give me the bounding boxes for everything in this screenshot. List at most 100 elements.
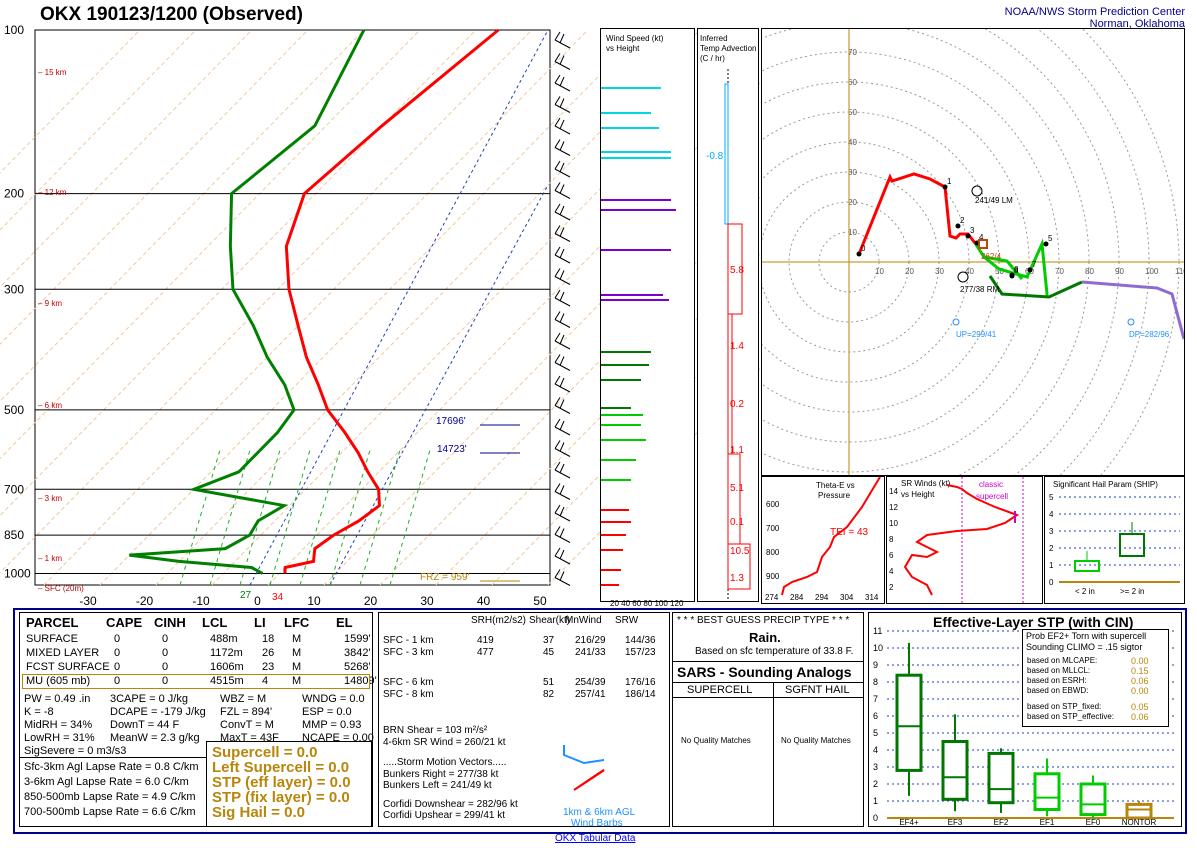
wind-barb: [554, 569, 571, 586]
svg-text:< 2 in: < 2 in: [1075, 587, 1095, 596]
sr-winds-panel: SR Winds (kt) vs Height classic supercel…: [886, 476, 1043, 604]
svg-text:5: 5: [873, 728, 878, 738]
stp-section: Effective-Layer STP (with CIN) 11 10 9 8 7 6 5…: [868, 612, 1182, 827]
svg-text:5: 5: [1048, 234, 1053, 243]
adv-bar: [727, 313, 733, 455]
height-label: – 9 km: [38, 299, 62, 308]
wind-bar: [601, 299, 669, 301]
temp-tick: 10: [307, 594, 321, 608]
wind-bar: [601, 439, 646, 441]
svg-text:284: 284: [790, 593, 804, 602]
temp-tick: -20: [136, 594, 154, 608]
wind-barb: [554, 311, 571, 328]
sr-title1: SR Winds (kt): [901, 479, 951, 488]
svg-text:3: 3: [970, 226, 975, 235]
adv-value: 1.3: [730, 573, 744, 584]
temp-adv-chart: Inferred Temp Advection (C / hr) -0.8 5.8…: [700, 34, 756, 599]
svg-text:5: 5: [1049, 493, 1054, 502]
temp-tick: 0: [254, 594, 261, 608]
wind-barb: [554, 268, 571, 285]
wind-bar: [601, 569, 621, 571]
mean-label: 262/4: [981, 252, 1002, 261]
pressure-labels: 100 200 300 500 700 850 1000: [4, 23, 31, 580]
svg-text:9: 9: [873, 660, 878, 670]
pressure-tick: 850: [4, 528, 24, 542]
wind-bar: [601, 112, 651, 114]
adv-value: -0.8: [706, 151, 724, 162]
hodograph-panel: 1010202030304040505060607070808090901001…: [518, 0, 1188, 593]
temp-tick: 20: [364, 594, 378, 608]
wind-barb: [554, 182, 571, 199]
svg-text:EF3: EF3: [948, 818, 963, 826]
svg-text:900: 900: [766, 572, 780, 581]
lm-label: 241/49 LM: [975, 196, 1013, 205]
wind-speed-chart: Wind Speed (kt) vs Height: [601, 34, 676, 586]
sr-winds-chart: SR Winds (kt) vs Height classic supercel…: [889, 477, 1024, 603]
svg-text:8: 8: [873, 677, 878, 687]
stp-box: [941, 740, 969, 801]
temp-tick: 50: [533, 594, 547, 608]
svg-text:4: 4: [1049, 510, 1054, 519]
sars-title: SARS - Sounding Analogs: [677, 664, 852, 680]
svg-text:2: 2: [960, 216, 965, 225]
wind-bar: [601, 521, 631, 523]
svg-text:NONTOR: NONTOR: [1122, 818, 1157, 826]
svg-text:3: 3: [1049, 527, 1054, 536]
svg-text:8: 8: [1014, 266, 1019, 275]
svg-text:11: 11: [873, 626, 882, 636]
svg-text:6: 6: [889, 551, 894, 560]
wind-bars: [601, 87, 676, 586]
svg-text:EF0: EF0: [1086, 818, 1101, 826]
wind-title1: Wind Speed (kt): [606, 34, 664, 43]
svg-text:2: 2: [889, 583, 894, 592]
svg-text:0: 0: [1049, 578, 1054, 587]
svg-text:2: 2: [1049, 544, 1054, 553]
ship-box: [1119, 533, 1145, 557]
up-marker: [952, 318, 960, 326]
wind-bar: [601, 351, 651, 353]
kinematics-section: SRH(m2/s2) Shear(kt) MnWind SRW SFC - 1 km 41…: [378, 612, 670, 829]
org-credit: NOAA/NWS Storm Prediction Center Norman,…: [1005, 6, 1185, 30]
wind-bar: [601, 87, 661, 89]
ship-chart: Significant Hail Param (SHIP) 5 4 3 2 1 0 < 2 …: [1049, 480, 1180, 596]
height-label: – SFC (20m): [38, 584, 84, 593]
svg-text:600: 600: [766, 500, 780, 509]
svg-text:30: 30: [935, 267, 944, 276]
sars-msg1: No Quality Matches: [681, 736, 751, 745]
svg-text:1: 1: [873, 796, 878, 806]
svg-text:20: 20: [905, 267, 914, 276]
level-b-label: 14723': [437, 444, 467, 455]
wind-bar: [601, 294, 663, 296]
svg-text:7: 7: [873, 694, 878, 704]
wind-speed-panel: Wind Speed (kt) vs Height: [600, 28, 695, 602]
wind-bar: [601, 407, 631, 409]
adv-value: 5.1: [730, 483, 744, 494]
adv-title3: (C / hr): [700, 54, 725, 63]
wind-barb: [554, 354, 571, 371]
wind-bar: [601, 424, 641, 426]
level-a-label: 17696': [436, 416, 466, 427]
stp-prob-box: Prob EF2+ Torn with supercell Sounding C…: [1022, 629, 1169, 727]
wind-bar: [601, 584, 619, 586]
ship-title: Significant Hail Param (SHIP): [1053, 480, 1158, 489]
dp-label: DP=282/96: [1129, 330, 1170, 339]
wind-bar: [601, 459, 636, 461]
svg-text:EF4+: EF4+: [899, 818, 919, 826]
height-label: – 12 km: [38, 188, 67, 197]
adv-bars: -0.8 5.8 1.4 0.2 1.1 5.1 0.1 10.5 1.3: [706, 83, 751, 590]
svg-text:2: 2: [873, 779, 878, 789]
stp-prob1: Prob EF2+ Torn with supercell: [1026, 631, 1147, 641]
stp-box: [1033, 772, 1061, 812]
wind-bar: [601, 549, 623, 551]
svg-text:EF1: EF1: [1040, 818, 1055, 826]
sfc-dew-label: 27: [240, 590, 252, 601]
tabular-data-link[interactable]: OKX Tabular Data: [555, 833, 635, 844]
temp-tick: -10: [192, 594, 210, 608]
wind-barb: [554, 332, 571, 350]
wind-bar: [601, 199, 671, 201]
rm-label: 277/38 RM: [960, 285, 999, 294]
svg-text:100: 100: [1145, 267, 1159, 276]
temp-tick: 30: [420, 594, 434, 608]
pressure-tick: 100: [4, 23, 24, 37]
adv-value: 5.8: [730, 265, 744, 276]
